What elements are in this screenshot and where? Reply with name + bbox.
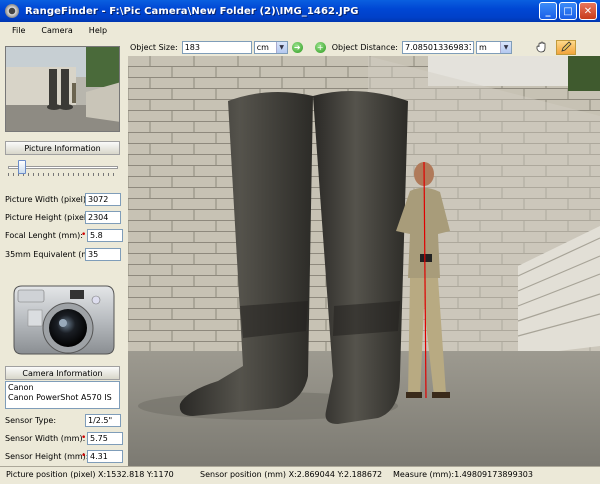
required-marker: •	[81, 230, 87, 240]
picture-height-label: Picture Height (pixel):	[5, 212, 92, 222]
sensor-width-input[interactable]	[87, 431, 123, 445]
menu-help[interactable]: Help	[83, 26, 113, 35]
picture-width-row: Picture Width (pixel):	[5, 192, 123, 206]
sensor-height-label: Sensor Height (mm):	[5, 451, 89, 461]
equiv-35mm-label: 35mm Equivalent (mm):	[5, 249, 103, 259]
status-measure: Measure (mm):1.49809173899303	[393, 470, 533, 479]
picture-width-input[interactable]	[85, 192, 121, 206]
camera-make: Canon	[8, 383, 34, 392]
sensor-height-input[interactable]	[87, 449, 123, 463]
app-lens-icon	[5, 4, 19, 18]
sensor-type-label: Sensor Type:	[5, 415, 57, 425]
sensor-width-row: Sensor Width (mm): •	[5, 431, 123, 445]
object-size-input[interactable]	[181, 40, 252, 54]
status-sensor-position: Sensor position (mm) X:2.869044 Y:2.1886…	[200, 470, 383, 479]
measure-pencil-icon[interactable]	[556, 39, 576, 55]
plus-icon[interactable]: +	[314, 41, 326, 53]
picture-height-input[interactable]	[85, 210, 121, 224]
menu-camera[interactable]: Camera	[35, 26, 78, 35]
object-distance-label: Object Distance:	[331, 42, 398, 52]
camera-image	[10, 280, 116, 360]
menu-file[interactable]: File	[6, 26, 31, 35]
status-bar: Picture position (pixel) X:1532.818 Y:11…	[0, 466, 600, 484]
sensor-type-input[interactable]	[85, 413, 121, 427]
camera-info-header: Camera Information	[5, 366, 120, 380]
equiv-35mm-row: 35mm Equivalent (mm):	[5, 247, 123, 261]
chevron-down-icon: ▼	[500, 41, 511, 53]
slider-handle[interactable]	[18, 160, 26, 174]
zoom-slider[interactable]	[6, 158, 120, 178]
window-controls: _ □ ✕	[539, 2, 597, 20]
sensor-width-label: Sensor Width (mm):	[5, 433, 86, 443]
camera-name-box[interactable]: Canon Canon PowerShot A570 IS	[5, 381, 120, 409]
distance-unit-value: m	[479, 42, 487, 52]
chevron-down-icon: ▼	[275, 41, 287, 53]
window-title: RangeFinder - F:\Pic Camera\New Folder (…	[25, 5, 359, 17]
photo-canvas[interactable]	[128, 56, 600, 466]
status-picture-position: Picture position (pixel) X:1532.818 Y:11…	[6, 470, 174, 479]
hand-pan-icon[interactable]	[532, 40, 552, 55]
object-distance-input[interactable]	[402, 40, 474, 54]
focal-length-input[interactable]	[87, 228, 123, 242]
object-size-label: Object Size:	[130, 42, 178, 52]
focal-length-label: Focal Lenght (mm):	[5, 230, 83, 240]
menu-bar: File Camera Help	[0, 22, 600, 38]
camera-model: Canon PowerShot A570 IS	[8, 393, 112, 402]
left-panel: Picture Information Picture Width (pixel…	[0, 38, 128, 466]
minimize-icon[interactable]: _	[539, 2, 557, 20]
distance-unit-select[interactable]: m ▼	[476, 40, 512, 54]
title-bar: RangeFinder - F:\Pic Camera\New Folder (…	[0, 0, 600, 22]
focal-length-row: Focal Lenght (mm): •	[5, 228, 123, 242]
arrow-right-icon[interactable]: ➜	[291, 41, 303, 53]
sensor-type-row: Sensor Type:	[5, 413, 123, 427]
sensor-height-row: Sensor Height (mm): •	[5, 449, 123, 463]
toolbar: Object Size: cm ▼ ➜ + Object Distance: m…	[128, 38, 600, 56]
picture-height-row: Picture Height (pixel):	[5, 210, 123, 224]
picture-thumbnail[interactable]	[5, 46, 120, 132]
size-unit-select[interactable]: cm ▼	[253, 40, 288, 54]
maximize-icon[interactable]: □	[559, 2, 577, 20]
equiv-35mm-input[interactable]	[85, 247, 121, 261]
size-unit-value: cm	[256, 42, 269, 52]
required-marker: •	[81, 433, 87, 443]
picture-width-label: Picture Width (pixel):	[5, 194, 89, 204]
close-icon[interactable]: ✕	[579, 2, 597, 20]
required-marker: •	[81, 451, 87, 461]
picture-info-header: Picture Information	[5, 141, 120, 155]
